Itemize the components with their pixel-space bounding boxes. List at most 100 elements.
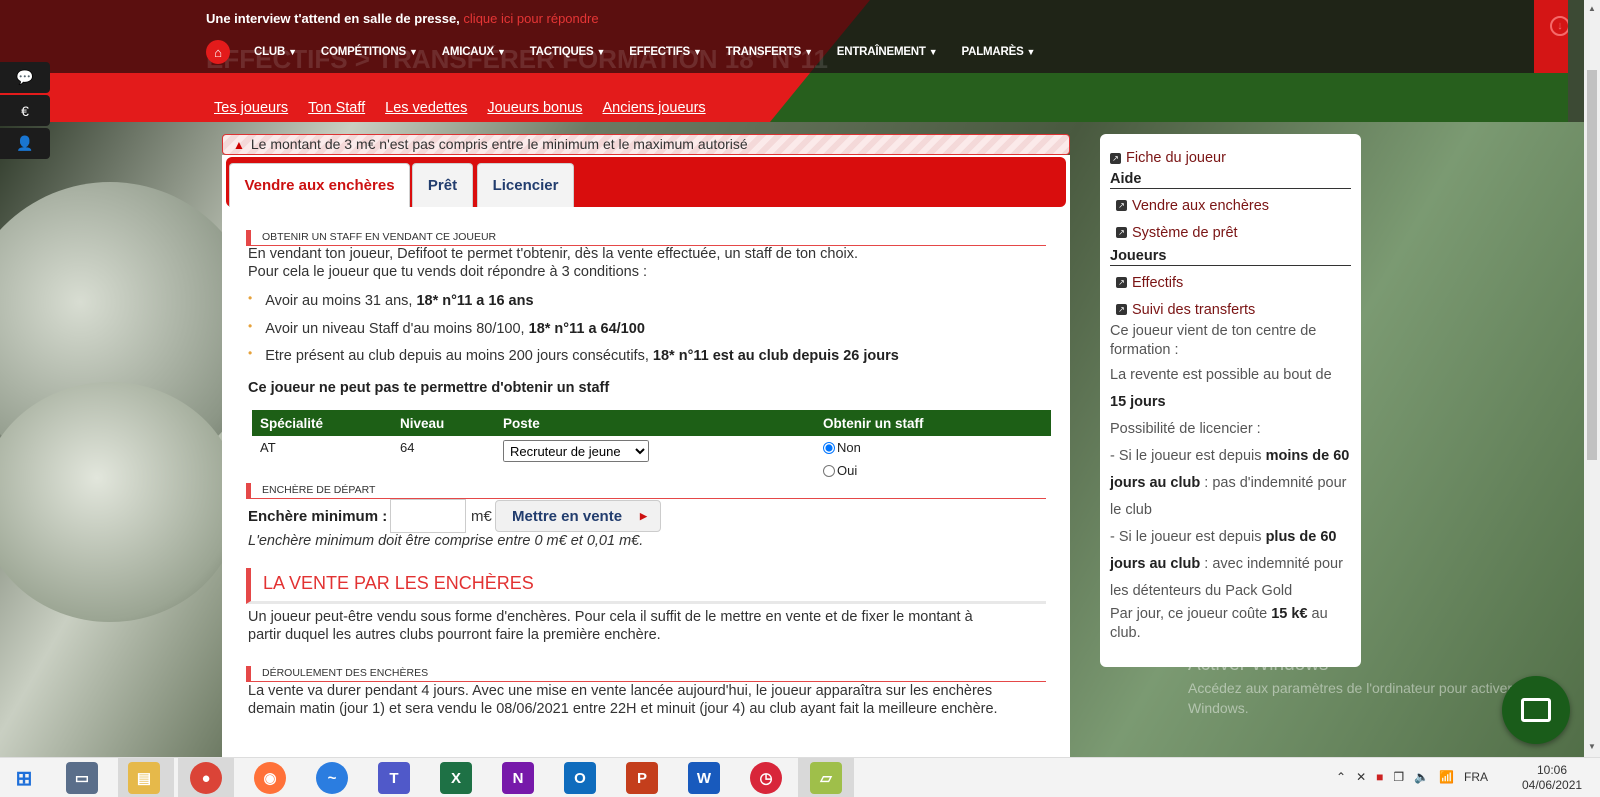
page-scrollbar[interactable]: ▲ ▼ [1584,0,1600,757]
copy-icon[interactable]: ❐ [1393,770,1404,784]
external-link-icon: ↗ [1116,200,1127,211]
computer-icon[interactable]: ▭ [66,762,98,794]
language-indicator[interactable]: FRA [1464,770,1488,784]
nav-tactiques[interactable]: TACTIQUES ▼ [530,46,606,58]
joueurs-heading: Joueurs [1110,247,1351,266]
system-tray: ⌃ ✕ ■ ❐ 🔈 📶 FRA [1336,770,1488,784]
windows-start-icon[interactable]: ⊞ [8,762,40,794]
aide-link-encheres[interactable]: ↗ Vendre aux enchères [1116,195,1351,216]
bullet-icon: • [248,291,253,305]
clock[interactable]: 10:06 04/06/2021 [1522,763,1582,793]
nav-competitions[interactable]: COMPÉTITIONS ▼ [321,46,418,58]
mettre-en-vente-button[interactable]: Mettre en vente ▶ [495,500,661,532]
alarm-clock-icon[interactable]: ◷ [750,762,782,794]
rule-over-60: - Si le joueur est depuis plus de 60 jour… [1110,529,1343,599]
main-panel: Vendre aux enchères Prêt Licencier OBTEN… [222,155,1070,757]
nav-palmares[interactable]: PALMARÈS ▼ [961,46,1035,58]
subnav-ton-staff[interactable]: Ton Staff [308,100,365,116]
cell-niveau: 64 [400,440,415,455]
speaker-icon[interactable]: 🔈 [1414,770,1429,784]
word-icon[interactable]: W [688,762,720,794]
tab-licencier[interactable]: Licencier [477,163,574,207]
col-obtenir-staff: Obtenir un staff [815,410,1051,436]
file-explorer-icon[interactable]: ▤ [128,762,160,794]
dropdown-arrow-icon: ▼ [693,47,702,57]
powerpoint-icon[interactable]: P [626,762,658,794]
euro-icon[interactable]: € [0,95,50,126]
enchere-note: L'enchère minimum doit être comprise ent… [248,533,644,549]
subnav-anciens-joueurs[interactable]: Anciens joueurs [602,100,705,116]
radio-non[interactable] [823,441,835,454]
sticky-notes-icon[interactable]: ▱ [810,762,842,794]
subnav-joueurs-bonus[interactable]: Joueurs bonus [487,100,582,116]
bullet-icon: • [248,319,253,333]
joueurs-link-transferts[interactable]: ↗ Suivi des transferts [1116,299,1351,320]
enchere-minimum-label: Enchère minimum : [248,508,388,525]
col-poste: Poste [495,410,815,436]
scrollbar-thumb[interactable] [1587,70,1597,460]
nav-club[interactable]: CLUB ▼ [254,46,297,58]
aide-heading: Aide [1110,170,1351,189]
nav-transferts[interactable]: TRANSFERTS ▼ [726,46,813,58]
aide-link-pret[interactable]: ↗ Système de prêt [1116,222,1351,243]
fiche-joueur-link[interactable]: ↗ Fiche du joueur [1110,150,1351,166]
poste-select[interactable]: Recruteur de jeune [503,440,649,462]
press-notice-link[interactable]: clique ici pour répondre [463,11,598,26]
origin-text: Ce joueur vient de ton centre de formatio… [1110,323,1317,358]
chat-bubble-icon [1521,698,1551,722]
tab-vendre-aux-encheres[interactable]: Vendre aux enchères [229,163,410,207]
deroulement-text-2: demain matin (jour 1) et sera vendu le 0… [248,701,998,717]
player-sidebar: ↗ Fiche du joueur Aide ↗ Vendre aux enchèr… [1100,134,1361,667]
joueurs-link-effectifs[interactable]: ↗ Effectifs [1116,272,1351,293]
subnav-tes-joueurs[interactable]: Tes joueurs [214,100,288,116]
dropdown-arrow-icon: ▼ [928,47,938,57]
radio-oui[interactable] [823,464,835,477]
firefox-icon[interactable]: ◉ [254,762,286,794]
vente-text-2: partir duquel les autres clubs pourront … [248,627,661,643]
licencier-text: Possibilité de licencier : [1110,421,1261,437]
bird-app-icon[interactable]: ~ [316,762,348,794]
outlook-icon[interactable]: O [564,762,596,794]
tab-pret[interactable]: Prêt [412,163,473,207]
error-alert: ▲ Le montant de 3 m€ n'est pas compris en… [222,134,1070,155]
nav-effectifs[interactable]: EFFECTIFS ▼ [629,46,702,58]
enchere-minimum-input[interactable] [390,499,466,533]
deroulement-text-1: La vente va durer pendant 4 jours. Avec … [248,683,993,699]
nav-amicaux[interactable]: AMICAUX ▼ [442,46,506,58]
excel-icon[interactable]: X [440,762,472,794]
red-app-icon[interactable]: ■ [1376,770,1383,784]
section-heading-staff: OBTENIR UN STAFF EN VENDANT CE JOUEUR [246,230,1046,246]
section-heading-deroulement: DÉROULEMENT DES ENCHÈRES [246,666,1046,682]
dropdown-arrow-icon: ▼ [496,47,506,57]
condition-item: • Avoir un niveau Staff d'au moins 80/100… [248,319,645,337]
activate-windows-watermark: Activer Windows Accédez aux paramètres d… [1188,654,1513,716]
chat-icon[interactable]: 💬 [0,62,50,93]
staff-table: Spécialité Niveau Poste Obtenir un staff… [252,410,1051,490]
chrome-icon[interactable]: ● [190,762,222,794]
windows-taskbar: ⊞ ▭ ▤ ● ◉ ~ T X N O P W ◷ ▱ ⌃ ✕ ■ ❐ 🔈 📶 … [0,757,1600,797]
home-icon[interactable]: ⌂ [206,40,230,64]
subnav-les-vedettes[interactable]: Les vedettes [385,100,467,116]
external-link-icon: ↗ [1116,277,1127,288]
nav-entrainement[interactable]: ENTRAÎNEMENT ▼ [837,46,938,58]
condition-item: • Avoir au moins 31 ans, 18* n°11 a 16 an… [248,291,534,309]
external-link-icon: ↗ [1116,304,1127,315]
main-nav: ⌂ CLUB ▼ COMPÉTITIONS ▼ AMICAUX ▼ TACTIQUES… [206,40,1059,64]
press-notice: Une interview t'attend en salle de press… [206,11,599,26]
condition-item: • Etre présent au club depuis au moins 20… [248,346,899,364]
signal-icon[interactable]: 📶 [1439,770,1454,784]
chat-button[interactable] [1502,676,1570,744]
scroll-down-icon[interactable]: ▼ [1588,742,1596,751]
user-icon[interactable]: 👤 [0,128,50,159]
teams-icon[interactable]: T [378,762,410,794]
notification-panel[interactable]: ↓ [1534,0,1568,73]
dropdown-arrow-icon: ▼ [804,47,813,57]
tray-chevron-icon[interactable]: ⌃ [1336,770,1346,784]
table-header-row: Spécialité Niveau Poste Obtenir un staff [252,410,1051,436]
network-x-icon[interactable]: ✕ [1356,770,1366,784]
notification-icon: ↓ [1550,16,1568,36]
onenote-icon[interactable]: N [502,762,534,794]
scroll-up-icon[interactable]: ▲ [1588,4,1596,13]
bullet-icon: • [248,346,253,360]
arrow-right-icon: ▶ [640,510,647,521]
